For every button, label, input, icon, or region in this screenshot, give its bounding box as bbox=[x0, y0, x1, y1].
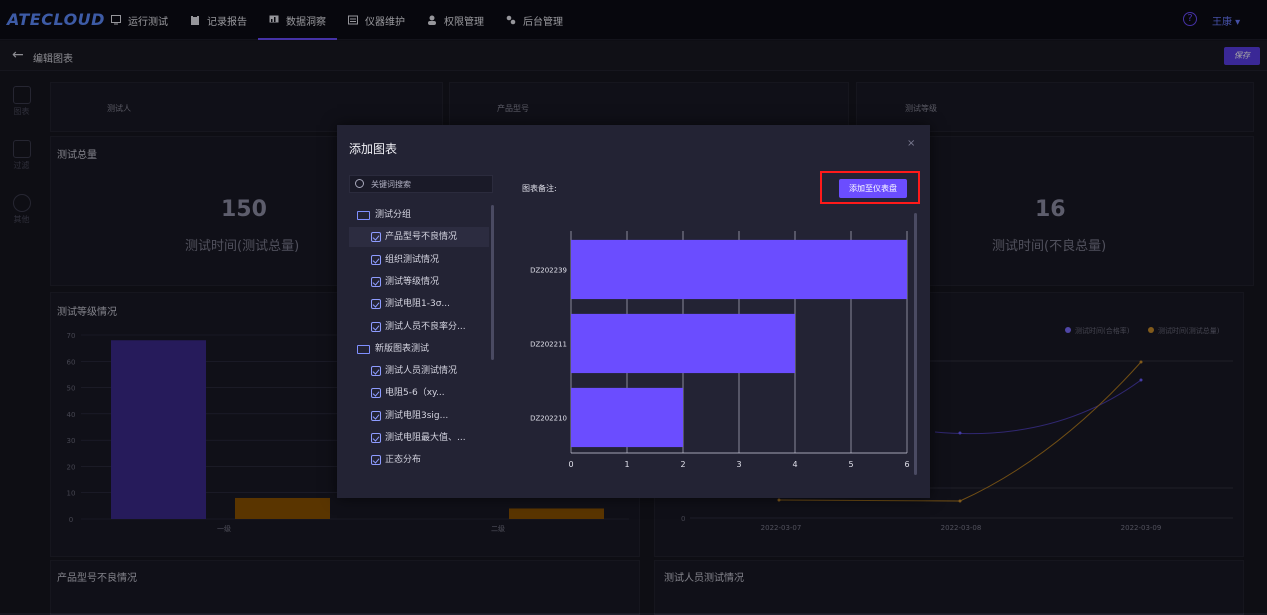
tree-folder[interactable]: 新版图表测试 bbox=[349, 339, 489, 359]
checkbox-icon bbox=[371, 321, 381, 332]
add-chart-dialog: 添加图表 × 关键词搜索 测试分组 产品型号不良情况 组织测试情况 测试等级情况 测试电… bbox=[337, 125, 930, 498]
checkbox-icon bbox=[371, 388, 381, 399]
tree-item[interactable]: 测试人员不良率分... bbox=[349, 317, 489, 337]
dialog-title: 添加图表 bbox=[349, 142, 398, 156]
search-input[interactable]: 关键词搜索 bbox=[349, 175, 493, 193]
tree-item[interactable]: 电阻5-6（xy... bbox=[349, 383, 489, 403]
y-category-label: DZ202211 bbox=[530, 340, 567, 348]
search-icon bbox=[355, 179, 364, 188]
checkbox-icon bbox=[371, 455, 381, 466]
x-tick-label: 5 bbox=[848, 460, 853, 469]
x-tick-label: 3 bbox=[736, 460, 741, 469]
tree-item-label: 正态分布 bbox=[385, 455, 422, 466]
add-to-dashboard-button[interactable]: 添加至仪表盘 bbox=[839, 179, 907, 198]
x-tick-label: 2 bbox=[680, 460, 685, 469]
chart-tree: 测试分组产品型号不良情况 组织测试情况 测试等级情况 测试电阻1-3σ... 测试人员不… bbox=[349, 205, 493, 470]
checkbox-icon bbox=[371, 410, 381, 421]
search-placeholder: 关键词搜索 bbox=[371, 180, 411, 189]
tree-item[interactable]: 测试电阻3sig... bbox=[349, 406, 489, 426]
close-icon[interactable]: × bbox=[907, 138, 915, 149]
checkbox-icon bbox=[371, 433, 381, 443]
tree-folder[interactable]: 测试分组 bbox=[349, 205, 489, 225]
y-category-label: DZ202239 bbox=[530, 266, 567, 274]
tree-item[interactable]: 产品型号不良情况 bbox=[349, 227, 489, 248]
x-tick-label: 1 bbox=[624, 460, 629, 469]
tree-item-label: 测试等级情况 bbox=[385, 276, 440, 287]
tree-item[interactable]: 测试人员测试情况 bbox=[349, 361, 489, 381]
checkbox-icon bbox=[371, 254, 381, 265]
bar[interactable] bbox=[571, 313, 795, 374]
tree-item-label: 测试人员不良率分... bbox=[385, 321, 466, 332]
chart-note-label: 图表备注: bbox=[522, 184, 557, 193]
tree-item[interactable]: 测试等级情况 bbox=[349, 272, 489, 292]
tree-item[interactable]: 测试电阻1-3σ... bbox=[349, 294, 489, 314]
tree-item-label: 测试人员测试情况 bbox=[385, 366, 458, 377]
tree-item-label: 产品型号不良情况 bbox=[385, 232, 458, 243]
folder-icon bbox=[357, 211, 370, 220]
tree-item[interactable]: 正态分布 bbox=[349, 450, 489, 470]
checkbox-icon bbox=[371, 232, 381, 243]
chart-scrollbar[interactable] bbox=[914, 213, 917, 475]
y-category-label: DZ202210 bbox=[530, 414, 567, 422]
checkbox-icon bbox=[371, 299, 381, 310]
tree-item-label: 新版图表测试 bbox=[375, 343, 430, 354]
x-tick-label: 6 bbox=[904, 460, 909, 469]
bar[interactable] bbox=[571, 387, 683, 448]
tree-item-label: 测试分组 bbox=[375, 210, 412, 220]
x-tick-label: 4 bbox=[792, 460, 797, 469]
bar[interactable] bbox=[571, 239, 907, 300]
tree-item-label: 测试电阻1-3σ... bbox=[385, 299, 450, 310]
checkbox-icon bbox=[371, 276, 381, 287]
tree-item[interactable]: 测试电阻最大值、... bbox=[349, 428, 489, 448]
x-tick-label: 0 bbox=[568, 460, 573, 469]
tree-item-label: 组织测试情况 bbox=[385, 254, 440, 265]
tree-item-label: 测试电阻最大值、... bbox=[385, 433, 466, 443]
tree-item-label: 测试电阻3sig... bbox=[385, 410, 449, 421]
tree-scrollbar[interactable] bbox=[491, 205, 494, 360]
preview-bar-chart: 0 1 2 3 4 5 6 DZ202239 DZ202211 DZ202210 bbox=[530, 231, 910, 469]
tree-item-label: 电阻5-6（xy... bbox=[385, 388, 445, 399]
folder-icon bbox=[357, 344, 370, 354]
tree-item[interactable]: 组织测试情况 bbox=[349, 250, 489, 270]
checkbox-icon bbox=[371, 366, 381, 377]
